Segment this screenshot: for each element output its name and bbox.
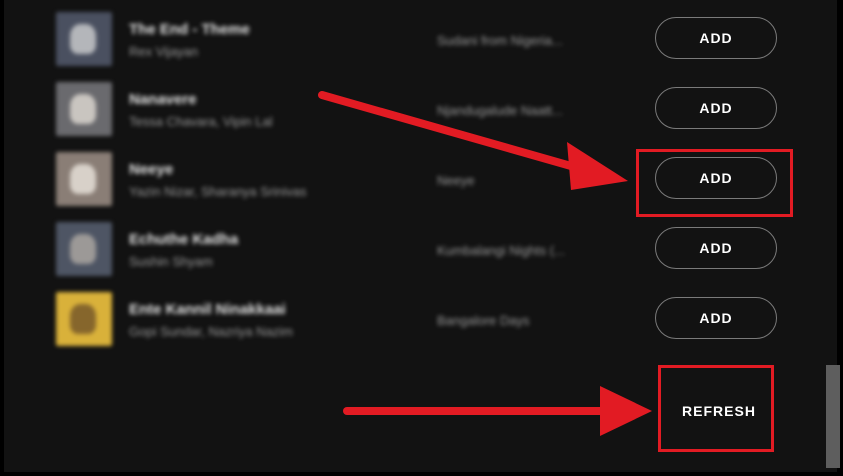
annotation-arrows xyxy=(318,91,652,436)
arrow-to-refresh-button xyxy=(343,386,652,436)
arrow-to-add-button xyxy=(318,91,628,190)
